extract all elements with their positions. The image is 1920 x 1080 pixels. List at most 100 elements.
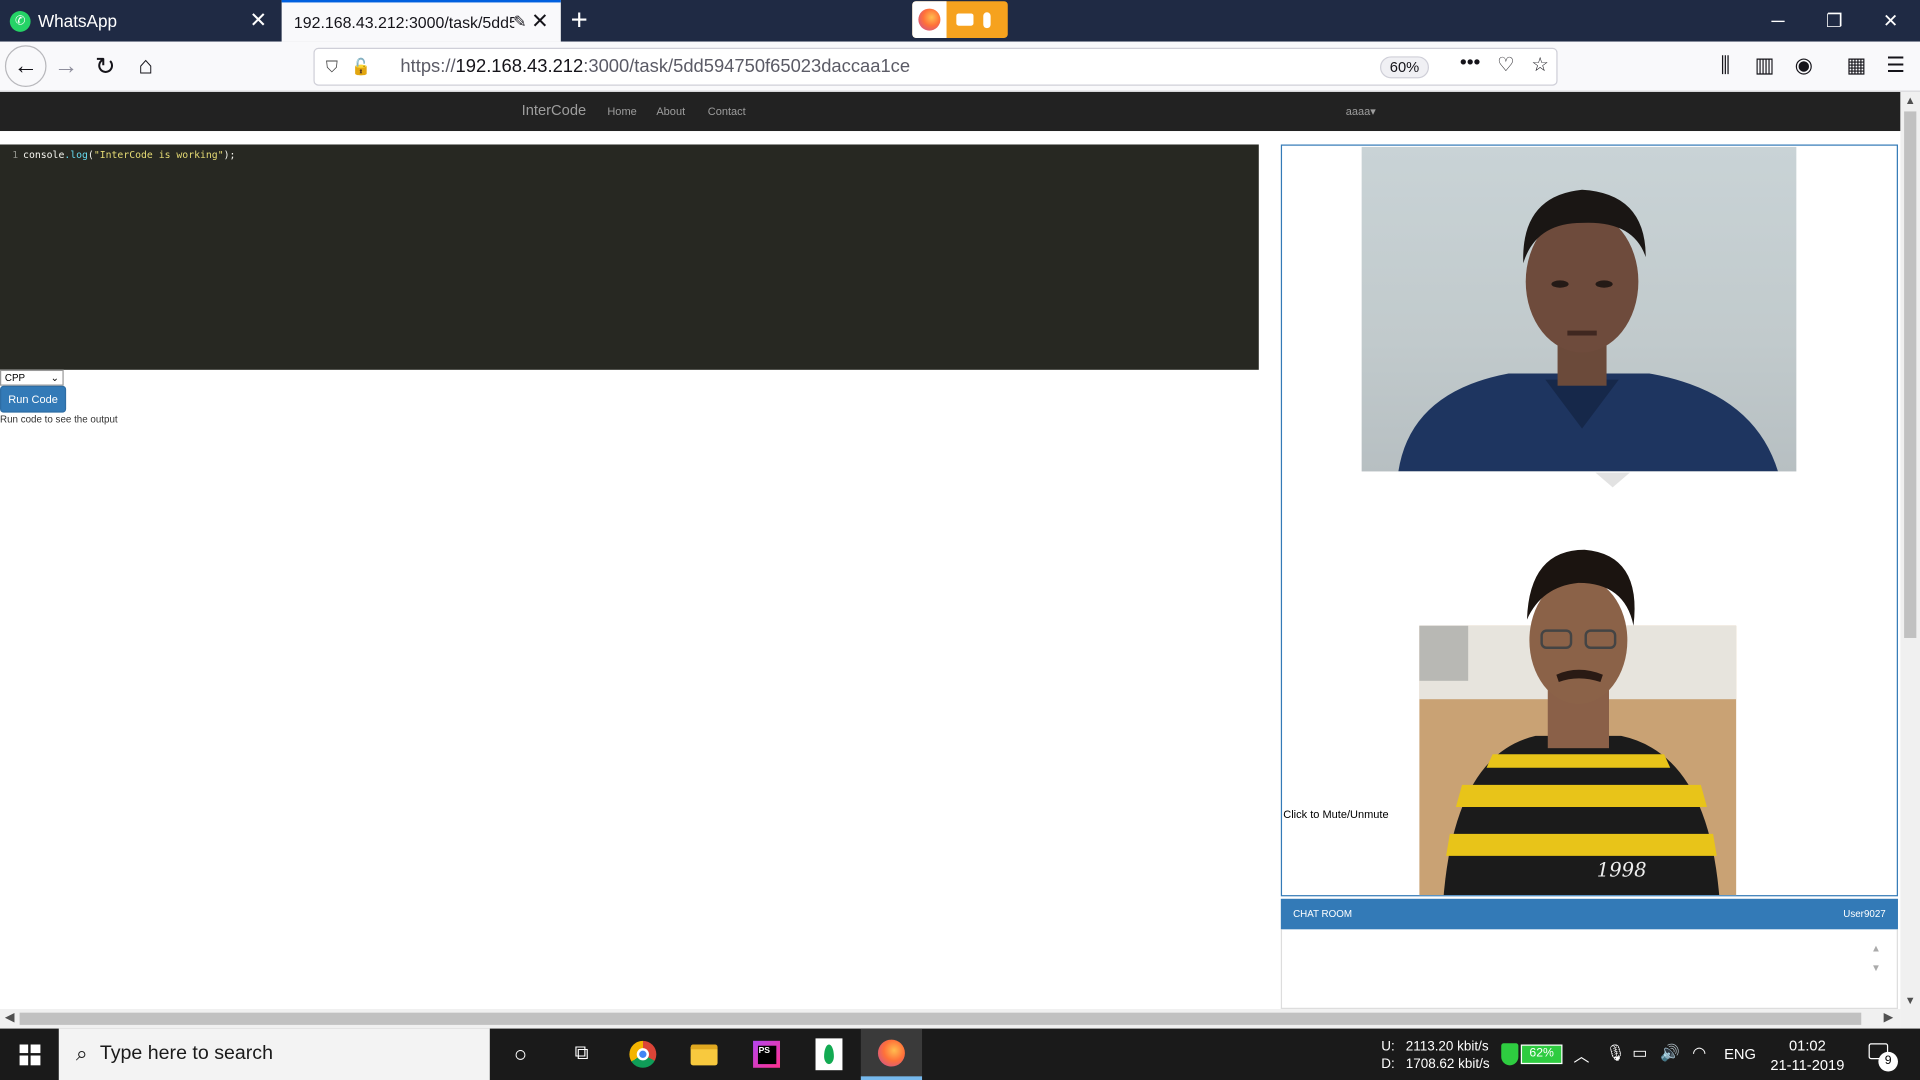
tab-bar: ✆ WhatsApp ✕ 192.168.43.212:3000/task/5d… xyxy=(0,0,1920,42)
search-placeholder: Type here to search xyxy=(99,1043,274,1065)
zoom-indicator[interactable]: 60% xyxy=(1379,56,1429,79)
download-speed: 1708.62 kbit/s xyxy=(1405,1056,1490,1072)
clock[interactable]: 01:02 21-11-2019 xyxy=(1763,1036,1851,1075)
search-icon: ⌕ xyxy=(75,1042,88,1066)
close-tab-icon[interactable]: ✕ xyxy=(249,9,266,33)
mute-toggle-label[interactable]: Click to Mute/Unmute xyxy=(1283,808,1388,820)
microphone-icon xyxy=(983,11,991,28)
local-video[interactable]: 1998 xyxy=(1419,527,1737,896)
library-icon[interactable]: ⫼ xyxy=(1711,51,1740,80)
battery-percent: 62% xyxy=(1520,1044,1563,1065)
url-bar[interactable]: ⛉ 🔓 https://192.168.43.212:3000/task/5dd… xyxy=(313,47,1558,86)
site-navbar: InterCode Home About Contact aaaa▾ xyxy=(0,91,1901,132)
firefox-icon xyxy=(912,1,947,38)
download-label: D: xyxy=(1381,1056,1395,1072)
close-tab-icon[interactable]: ✕ xyxy=(531,10,548,34)
folder-icon xyxy=(690,1043,718,1065)
horizontal-scrollbar[interactable]: ◀ ▶ xyxy=(0,1008,1901,1029)
scroll-up-icon[interactable]: ▲ xyxy=(1900,94,1920,106)
sharing-muted-icon: ✎ xyxy=(513,12,527,31)
video-pointer xyxy=(1595,472,1630,488)
cortana-icon[interactable]: ○ xyxy=(490,1029,551,1080)
video-panel: Click to Mute/Unmute 1998 xyxy=(1280,144,1898,897)
forward-button[interactable]: → xyxy=(47,47,86,86)
wifi-icon[interactable]: ◠ xyxy=(1692,1043,1706,1063)
nav-home[interactable]: Home xyxy=(607,105,636,117)
page-content: InterCode Home About Contact aaaa▾ 1 cons… xyxy=(0,91,1901,1009)
language-value: CPP xyxy=(4,372,26,384)
firefox-taskbar-button[interactable] xyxy=(860,1028,923,1080)
notification-center-button[interactable]: 9 xyxy=(1866,1041,1898,1072)
run-code-button[interactable]: Run Code xyxy=(0,385,67,413)
mongodb-icon xyxy=(815,1038,843,1071)
whatsapp-icon: ✆ xyxy=(9,10,31,32)
page-actions-icon[interactable]: ••• xyxy=(1460,53,1481,75)
pocket-icon[interactable]: ♡ xyxy=(1497,53,1515,77)
upload-speed: 2113.20 kbit/s xyxy=(1405,1039,1489,1055)
chrome-taskbar-button[interactable] xyxy=(612,1029,673,1080)
chat-scrollbar[interactable]: ▲ ▼ xyxy=(1867,939,1884,983)
chevron-up-icon[interactable]: ︿ xyxy=(1573,1043,1589,1066)
scroll-corner xyxy=(1900,1008,1920,1029)
horizontal-scroll-thumb[interactable] xyxy=(19,1012,1862,1025)
tracking-shield-icon[interactable]: ⛉ xyxy=(322,57,342,77)
site-brand[interactable]: InterCode xyxy=(522,102,587,119)
notification-count: 9 xyxy=(1878,1051,1898,1072)
vertical-scroll-thumb[interactable] xyxy=(1904,111,1917,638)
back-button[interactable]: ← xyxy=(4,45,47,87)
svg-text:1998: 1998 xyxy=(1597,859,1647,882)
scroll-right-icon[interactable]: ▶ xyxy=(1884,1009,1893,1029)
language-indicator[interactable]: ENG xyxy=(1724,1046,1756,1063)
chat-title: CHAT ROOM xyxy=(1293,908,1353,920)
phpstorm-button[interactable]: PS xyxy=(736,1029,797,1080)
remote-video[interactable] xyxy=(1361,146,1797,472)
clock-date: 21-11-2019 xyxy=(1770,1056,1845,1074)
new-tab-button[interactable]: + xyxy=(571,4,588,38)
start-button[interactable] xyxy=(0,1029,59,1080)
chat-messages[interactable]: ▲ ▼ xyxy=(1280,929,1898,1009)
url-text[interactable]: https://192.168.43.212:3000/task/5dd5947… xyxy=(400,56,910,77)
clock-time: 01:02 xyxy=(1788,1037,1826,1055)
mongodb-button[interactable] xyxy=(798,1029,859,1080)
code-method: .log xyxy=(64,149,88,161)
phpstorm-icon: PS xyxy=(753,1040,781,1068)
extensions-icon[interactable]: ▦ xyxy=(1842,51,1871,80)
code-editor[interactable]: 1 console.log("InterCode is working"); xyxy=(0,144,1259,370)
network-speed: U: 2113.20 kbit/s D: 1708.62 kbit/s xyxy=(1381,1038,1489,1072)
chat-header: CHAT ROOM User9027 xyxy=(1280,898,1898,930)
battery-icon[interactable]: ▭ xyxy=(1632,1043,1647,1063)
user-menu[interactable]: aaaa▾ xyxy=(1346,105,1376,118)
sidebar-icon[interactable]: ▥ xyxy=(1750,51,1779,80)
language-select[interactable]: CPP ⌄ xyxy=(0,369,64,386)
speaker-icon[interactable]: 🔊 xyxy=(1660,1043,1680,1063)
nav-about[interactable]: About xyxy=(656,105,685,117)
code-close: ); xyxy=(223,149,236,161)
restore-button[interactable]: ❐ xyxy=(1806,0,1862,42)
local-participant-image: 1998 xyxy=(1419,549,1737,896)
task-view-icon[interactable]: ⧉ xyxy=(551,1029,612,1080)
reload-button[interactable]: ↻ xyxy=(86,47,125,86)
battery-indicator[interactable]: 62% xyxy=(1501,1043,1565,1066)
vertical-scrollbar[interactable]: ▲ ▼ xyxy=(1900,91,1920,1009)
tab-intercode[interactable]: 192.168.43.212:3000/task/5dd59 ✎ ✕ xyxy=(281,0,561,42)
tab-whatsapp[interactable]: ✆ WhatsApp ✕ xyxy=(0,0,279,42)
chevron-down-icon: ⌄ xyxy=(50,372,59,384)
chrome-icon xyxy=(629,1040,657,1068)
close-window-button[interactable]: ✕ xyxy=(1862,0,1918,42)
code-line[interactable]: 1 console.log("InterCode is working"); xyxy=(12,149,235,160)
microphone-icon[interactable]: 🎙 xyxy=(1605,1043,1625,1063)
menu-icon[interactable]: ☰ xyxy=(1881,51,1910,80)
chat-username: User9027 xyxy=(1843,908,1886,920)
insecure-lock-icon[interactable]: 🔓 xyxy=(351,57,371,77)
remote-participant-image xyxy=(1398,189,1778,472)
account-icon[interactable]: ◉ xyxy=(1789,51,1818,80)
bookmark-star-icon[interactable]: ☆ xyxy=(1531,53,1549,77)
sharing-indicator[interactable] xyxy=(912,1,1008,38)
taskbar-search[interactable]: ⌕ Type here to search xyxy=(58,1028,490,1080)
scroll-left-icon[interactable]: ◀ xyxy=(5,1009,14,1029)
scroll-down-icon[interactable]: ▼ xyxy=(1900,994,1920,1006)
nav-contact[interactable]: Contact xyxy=(708,105,746,117)
minimize-button[interactable]: ─ xyxy=(1750,0,1806,42)
home-button[interactable]: ⌂ xyxy=(126,47,165,86)
file-explorer-button[interactable] xyxy=(673,1029,734,1080)
